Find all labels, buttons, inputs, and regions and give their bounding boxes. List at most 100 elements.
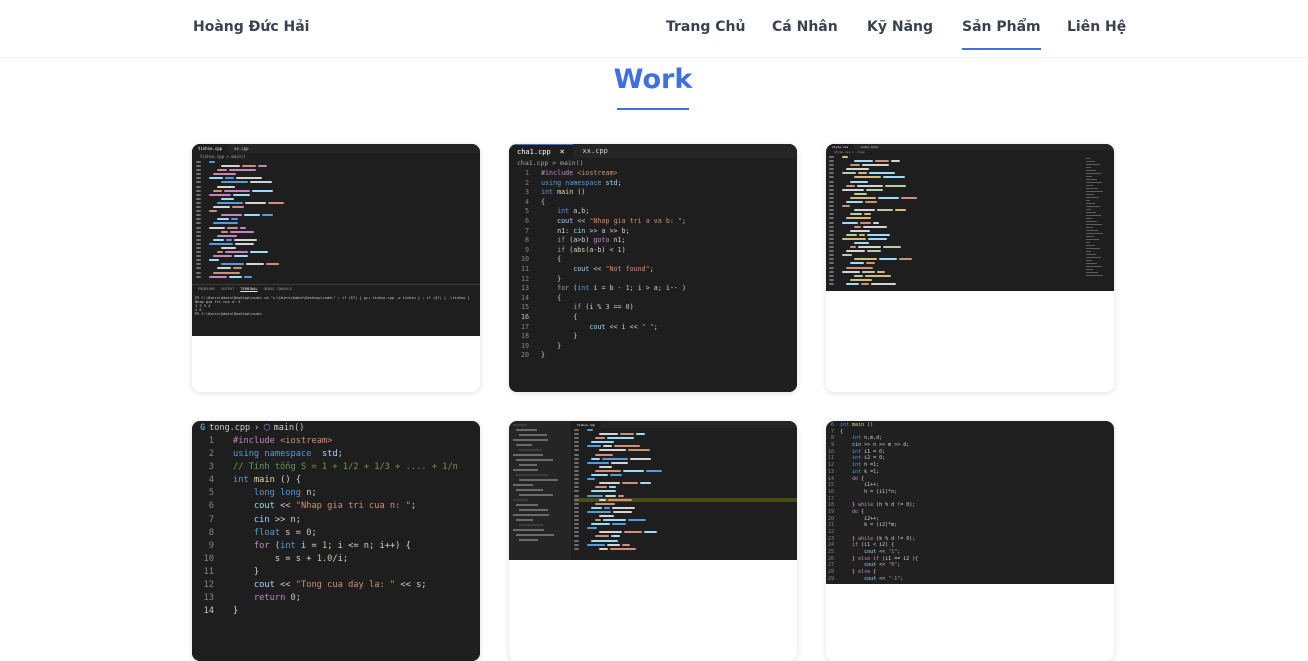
nav-ky-nang[interactable]: Kỹ Năng (867, 19, 933, 35)
code-line: 5 long long n; (192, 487, 480, 500)
code-line: 15 if (i % 3 == 0) (509, 303, 797, 313)
code-text: for (int i = 1; i <= n; i++) { (253, 540, 411, 551)
code-line: 10 int i1 = 0; (826, 449, 1114, 456)
minimap-line (1086, 185, 1093, 186)
code-line: 11 cout << "Not found"; (509, 265, 797, 275)
code-line: 9 if (abs(a-b) < 1) (509, 246, 797, 256)
minimap-line (1086, 224, 1102, 225)
line-number: 4 (208, 475, 214, 486)
code-text: } else { (840, 569, 877, 576)
editor-tab: cha1.cpp × (509, 144, 573, 159)
explorer-item (513, 484, 533, 486)
minimap-line (1086, 209, 1091, 210)
project-card-2[interactable]: cha1.cpp × xx.cpp cha1.cpp > main() 1 #inc… (509, 144, 797, 392)
project-card-5[interactable]: tinhso.cpp (509, 421, 797, 661)
project-card-4[interactable]: G tong.cpp › ⬡ main() 1 #include <iostrea… (192, 421, 480, 661)
explorer-item (516, 459, 553, 461)
line-number: 14 (520, 293, 529, 302)
breadcrumb-symbol[interactable]: main() (274, 423, 305, 433)
explorer-item (516, 504, 538, 506)
project-screenshot-4: G tong.cpp › ⬡ main() 1 #include <iostrea… (192, 421, 480, 661)
code-text: return 0; (253, 593, 302, 604)
code-text: if (a>b) goto n1; (557, 236, 626, 245)
code-text: #include <iostream> (233, 436, 333, 446)
code-line: 17 (826, 496, 1114, 503)
code-line: 7 n1: cin >> a >> b; (509, 227, 797, 237)
code-text: } (541, 351, 546, 360)
code-text: int h =1; (852, 462, 880, 469)
code-text: } while (k % d != 0); (840, 535, 916, 542)
minimap-line (1086, 263, 1097, 264)
minimap-line (1086, 221, 1097, 222)
code-editor-mini (826, 155, 1114, 286)
line-number: 4 (524, 197, 529, 206)
code-text: int i2 = 0; (852, 455, 886, 462)
code-text: cout << "0"; (864, 562, 901, 569)
code-line: 20} (509, 351, 797, 361)
project-card-1[interactable]: tinhso.cpp xx.cpp tinhso.cpp > main() PR… (192, 144, 480, 392)
editor-breadcrumb: cha1.cpp > main() (517, 159, 584, 167)
code-text: cout << "Tong cua day la: " << s; (253, 580, 427, 591)
line-number: 1 (208, 436, 214, 446)
code-text: for (int i = b - 1; i > a; i-- ) (557, 284, 687, 293)
code-line: 13 for (int i = b - 1; i > a; i-- ) (509, 284, 797, 294)
code-text: long long n; (253, 488, 317, 499)
close-icon[interactable]: × (560, 147, 565, 156)
code-text: } (233, 566, 260, 577)
code-line: 7 cin >> n; (192, 514, 480, 527)
nav-san-pham[interactable]: Sản Phẩm (962, 19, 1041, 50)
code-line: 1 #include <iostream> (192, 435, 480, 448)
code-line: 1 #include <iostream> (509, 169, 797, 179)
code-text: s = s + 1.0/i; (233, 553, 349, 564)
project-card-6[interactable]: 6 int main () 7{8 int n,m,d; 9 cin >> n >> … (826, 421, 1114, 661)
line-number: 12 (203, 580, 214, 591)
explorer-item (519, 524, 543, 526)
line-number: 12 (827, 462, 834, 469)
code-editor: 6 int main () 7{8 int n,m,d; 9 cin >> n >> … (826, 421, 1114, 583)
editor-breadcrumb: tinhso.cpp > main() (200, 154, 246, 159)
code-text: cin >> n; (253, 514, 302, 525)
nav-ca-nhan[interactable]: Cá Nhân (772, 19, 838, 35)
breadcrumb-file[interactable]: tong.cpp (209, 423, 250, 433)
explorer-item (519, 479, 558, 481)
brand-name[interactable]: Hoàng Đức Hải (193, 19, 309, 35)
code-line (829, 282, 1114, 286)
minimap-line (1086, 161, 1095, 162)
line-number: 6 (208, 501, 214, 512)
cpp-file-icon: G (200, 423, 206, 433)
code-line: 10 s = s + 1.0/i; (192, 553, 480, 566)
line-number: 20 (520, 351, 529, 360)
editor-tabs: cha1.cpp × xx.cpp (509, 144, 797, 159)
terminal-tab: OUTPUT (221, 287, 235, 291)
minimap-line (1086, 236, 1094, 237)
project-screenshot-3: style.css index.html style.css > .logo (826, 144, 1114, 291)
code-text: } (541, 332, 578, 341)
code-text: int main () (840, 422, 874, 428)
line-number: 10 (520, 255, 529, 264)
code-text: int main () (541, 188, 586, 197)
line-number: 16 (827, 488, 834, 495)
line-number: 15 (520, 303, 529, 312)
line-number: 12 (520, 274, 529, 283)
explorer-item (516, 429, 537, 431)
code-line: 14} (192, 605, 480, 618)
minimap-line (1086, 227, 1093, 228)
line-number: 7 (208, 514, 214, 525)
line-number: 14 (827, 475, 834, 482)
minimap-line (1086, 242, 1090, 243)
explorer-item (513, 514, 549, 516)
code-line: 12 } (509, 275, 797, 285)
code-text: if (i % 3 == 0) (573, 303, 634, 312)
explorer-item (519, 539, 538, 541)
line-number: 13 (203, 593, 214, 604)
code-text: { (840, 428, 844, 435)
line-number: 3 (524, 188, 529, 197)
minimap-line (1086, 188, 1098, 189)
nav-trang-chu[interactable]: Trang Chủ (666, 19, 745, 35)
explorer-item (513, 499, 528, 501)
editor-tab: xx.cpp (234, 146, 249, 151)
line-number: 16 (520, 312, 529, 321)
project-card-3[interactable]: style.css index.html style.css > .logo (826, 144, 1114, 392)
terminal-output: PS C:\Users\Admin\Desktop\code> cd "c:\U… (192, 293, 480, 316)
nav-lien-he[interactable]: Liên Hệ (1067, 19, 1126, 35)
